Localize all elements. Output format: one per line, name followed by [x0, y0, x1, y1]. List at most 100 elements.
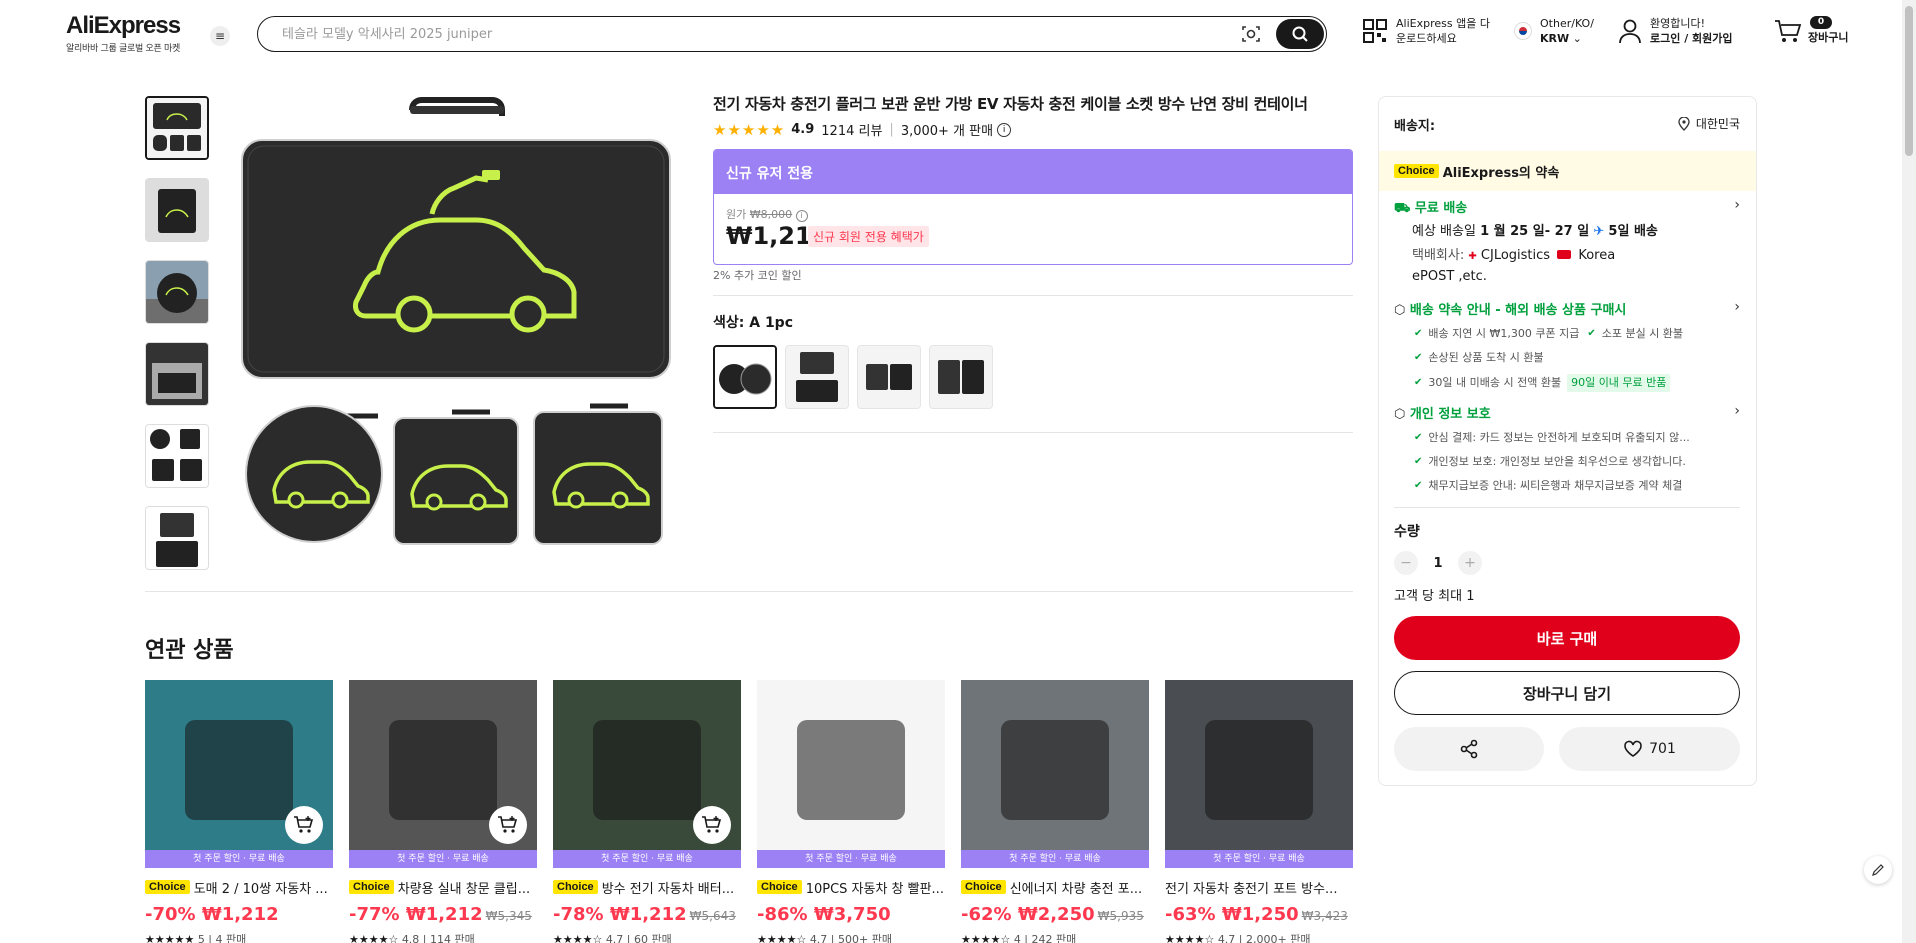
- thumbnail-1[interactable]: [145, 96, 209, 160]
- new-user-promo-box: 신규 유저 전용 원가 ₩8,000 i ₩1,212 신규 회원 전용 혜택가: [713, 149, 1353, 265]
- star-rating-icon: ★★★★☆: [1165, 933, 1215, 943]
- free-shipping-section[interactable]: ⛟ 무료 배송 › 예상 배송일 1 월 25 일- 27 일 ✈ 5일 배송 …: [1394, 197, 1740, 287]
- review-count[interactable]: 1214 리뷰: [821, 120, 882, 139]
- card-image[interactable]: 첫 주문 할인 · 무료 배송: [145, 680, 333, 868]
- add-to-cart-icon[interactable]: [693, 806, 731, 844]
- check-icon: ✔: [1587, 328, 1596, 339]
- chevron-right-icon: ›: [1734, 197, 1740, 213]
- card-price: -62% ₩2,250 ₩5,935: [961, 904, 1144, 925]
- rating-value: 4.9: [791, 122, 815, 137]
- card-rating: ★★★★☆ 4.7 | 60 판매: [553, 931, 741, 943]
- info-icon[interactable]: i: [997, 122, 1012, 137]
- related-products-title: 연관 상품: [145, 638, 234, 663]
- product-shape: [593, 720, 701, 820]
- swatch-a[interactable]: [713, 345, 777, 409]
- quantity-stepper: − 1 +: [1394, 551, 1482, 575]
- card-rating: ★★★★★ 5 | 4 판매: [145, 931, 333, 943]
- increase-quantity-button[interactable]: +: [1458, 551, 1482, 575]
- share-icon: [1460, 739, 1478, 759]
- thumbnail-3[interactable]: [145, 260, 209, 324]
- promo-header: 신규 유저 전용: [714, 150, 1352, 194]
- search-input[interactable]: [282, 24, 1222, 44]
- choice-badge: Choice: [349, 880, 394, 894]
- star-rating-icon: ★★★★★: [145, 933, 195, 943]
- card-rating: ★★★★☆ 4.7 | 500+ 판매: [757, 931, 945, 943]
- decrease-quantity-button[interactable]: −: [1394, 551, 1418, 575]
- related-product-card[interactable]: 첫 주문 할인 · 무료 배송 Choice 차량용 실내 창문 클립... -7…: [349, 680, 537, 943]
- related-product-card[interactable]: 첫 주문 할인 · 무료 배송 Choice 도매 2 / 10쌍 자동차 ...…: [145, 680, 333, 943]
- card-original-price: ₩3,423: [1301, 909, 1348, 923]
- app-download[interactable]: AliExpress 앱을 다 운로드하세요: [1362, 16, 1490, 46]
- card-image[interactable]: 첫 주문 할인 · 무료 배송: [349, 680, 537, 868]
- card-price: -86% ₩3,750: [757, 904, 891, 925]
- card-title: Choice 신에너지 차량 충전 포...: [961, 878, 1149, 896]
- swatch-d[interactable]: [929, 345, 993, 409]
- add-to-cart-icon[interactable]: [489, 806, 527, 844]
- card-image[interactable]: 첫 주문 할인 · 무료 배송: [553, 680, 741, 868]
- choice-badge: Choice: [145, 880, 190, 894]
- choice-badge: Choice: [961, 880, 1006, 894]
- add-to-cart-button[interactable]: 장바구니 담기: [1394, 671, 1740, 715]
- star-rating-icon: ★★★★☆: [757, 933, 807, 943]
- star-rating-icon: ★★★★★: [713, 120, 786, 139]
- chevron-down-icon: ⌄: [1572, 32, 1582, 45]
- related-product-card[interactable]: 첫 주문 할인 · 무료 배송 전기 자동차 충전기 포트 방수... -63%…: [1165, 680, 1353, 943]
- scrollbar-thumb[interactable]: [1905, 6, 1913, 156]
- thumbnail-6[interactable]: [145, 506, 209, 570]
- share-button[interactable]: [1394, 727, 1544, 771]
- free-return-tag: 90일 이내 무료 반품: [1567, 374, 1671, 392]
- korea-flag-icon: [1514, 22, 1532, 40]
- location-pin-icon: [1678, 116, 1690, 131]
- product-shape: [1205, 720, 1313, 820]
- page-scrollbar[interactable]: [1902, 0, 1916, 943]
- privacy-section[interactable]: ⬡ 개인 정보 보호 › ✔ 안심 결제: 카드 정보는 안전하게 보호되며 유출…: [1394, 403, 1740, 494]
- thumbnail-2[interactable]: [145, 178, 209, 242]
- card-title: Choice 10PCS 자동차 창 빨판...: [757, 878, 945, 896]
- aliexpress-logo[interactable]: AliExpress 알리바바 그룹 글로벌 오픈 마켓: [66, 12, 181, 54]
- card-image[interactable]: 첫 주문 할인 · 무료 배송: [757, 680, 945, 868]
- swatch-b[interactable]: [785, 345, 849, 409]
- sold-count: 3,000+ 개 판매: [900, 124, 994, 139]
- ship-location[interactable]: 대한민국: [1678, 115, 1740, 132]
- check-icon: ✔: [1414, 432, 1423, 443]
- rating-summary[interactable]: ★★★★★ 4.9 1214 리뷰 | 3,000+ 개 판매 i: [713, 120, 1012, 139]
- thumbnail-4[interactable]: [145, 342, 209, 406]
- info-icon[interactable]: i: [795, 209, 808, 222]
- account-menu[interactable]: 환영합니다! 로그인 / 회원가입: [1618, 16, 1733, 46]
- card-promo-band: 첫 주문 할인 · 무료 배송: [553, 850, 741, 868]
- card-original-price: ₩5,643: [689, 909, 736, 923]
- related-product-card[interactable]: 첫 주문 할인 · 무료 배송 Choice 신에너지 차량 충전 포... -6…: [961, 680, 1149, 943]
- card-price: -70% ₩1,212: [145, 904, 279, 925]
- qr-code-icon: [1363, 19, 1387, 43]
- check-icon: ✔: [1414, 480, 1423, 491]
- purchase-panel: 배송지: 대한민국 Choice AliExpress의 약속 ⛟ 무료 배송 …: [1378, 96, 1757, 786]
- ship-to-label: 배송지:: [1394, 119, 1436, 134]
- check-icon: ✔: [1414, 352, 1423, 363]
- camera-search-icon[interactable]: [1240, 23, 1262, 45]
- star-rating-icon: ★★★★☆: [349, 933, 399, 943]
- related-product-card[interactable]: 첫 주문 할인 · 무료 배송 Choice 방수 전기 자동차 배터... -7…: [553, 680, 741, 943]
- search-button[interactable]: [1276, 19, 1324, 49]
- truck-icon: ⛟: [1394, 201, 1411, 216]
- add-to-cart-icon[interactable]: [285, 806, 323, 844]
- promo-tag: 신규 회원 전용 혜택가: [808, 226, 929, 247]
- card-image[interactable]: 첫 주문 할인 · 무료 배송: [961, 680, 1149, 868]
- swatch-c[interactable]: [857, 345, 921, 409]
- cart-count-badge: 0: [1810, 16, 1832, 29]
- region-selector[interactable]: Other/KO/KRW ⌄: [1514, 16, 1594, 46]
- card-promo-band: 첫 주문 할인 · 무료 배송: [145, 850, 333, 868]
- chevron-right-icon: ›: [1734, 299, 1740, 315]
- color-label: 색상: A 1pc: [713, 315, 794, 331]
- search-bar: [257, 16, 1327, 52]
- card-image[interactable]: 첫 주문 할인 · 무료 배송: [1165, 680, 1353, 868]
- main-product-image[interactable]: [236, 96, 676, 548]
- delivery-guarantee-section[interactable]: ⬡ 배송 약속 안내 - 해외 배송 상품 구매시 › ✔ 배송 지연 시 ₩1,…: [1394, 299, 1740, 392]
- thumbnail-5[interactable]: [145, 424, 209, 488]
- feedback-pencil-icon[interactable]: [1864, 856, 1892, 884]
- quantity-value[interactable]: 1: [1418, 556, 1458, 571]
- korea-post-icon: [1557, 250, 1572, 259]
- buy-now-button[interactable]: 바로 구매: [1394, 616, 1740, 660]
- menu-icon[interactable]: ≡: [210, 26, 230, 46]
- wishlist-button[interactable]: 701: [1559, 727, 1740, 771]
- related-product-card[interactable]: 첫 주문 할인 · 무료 배송 Choice 10PCS 자동차 창 빨판... …: [757, 680, 945, 943]
